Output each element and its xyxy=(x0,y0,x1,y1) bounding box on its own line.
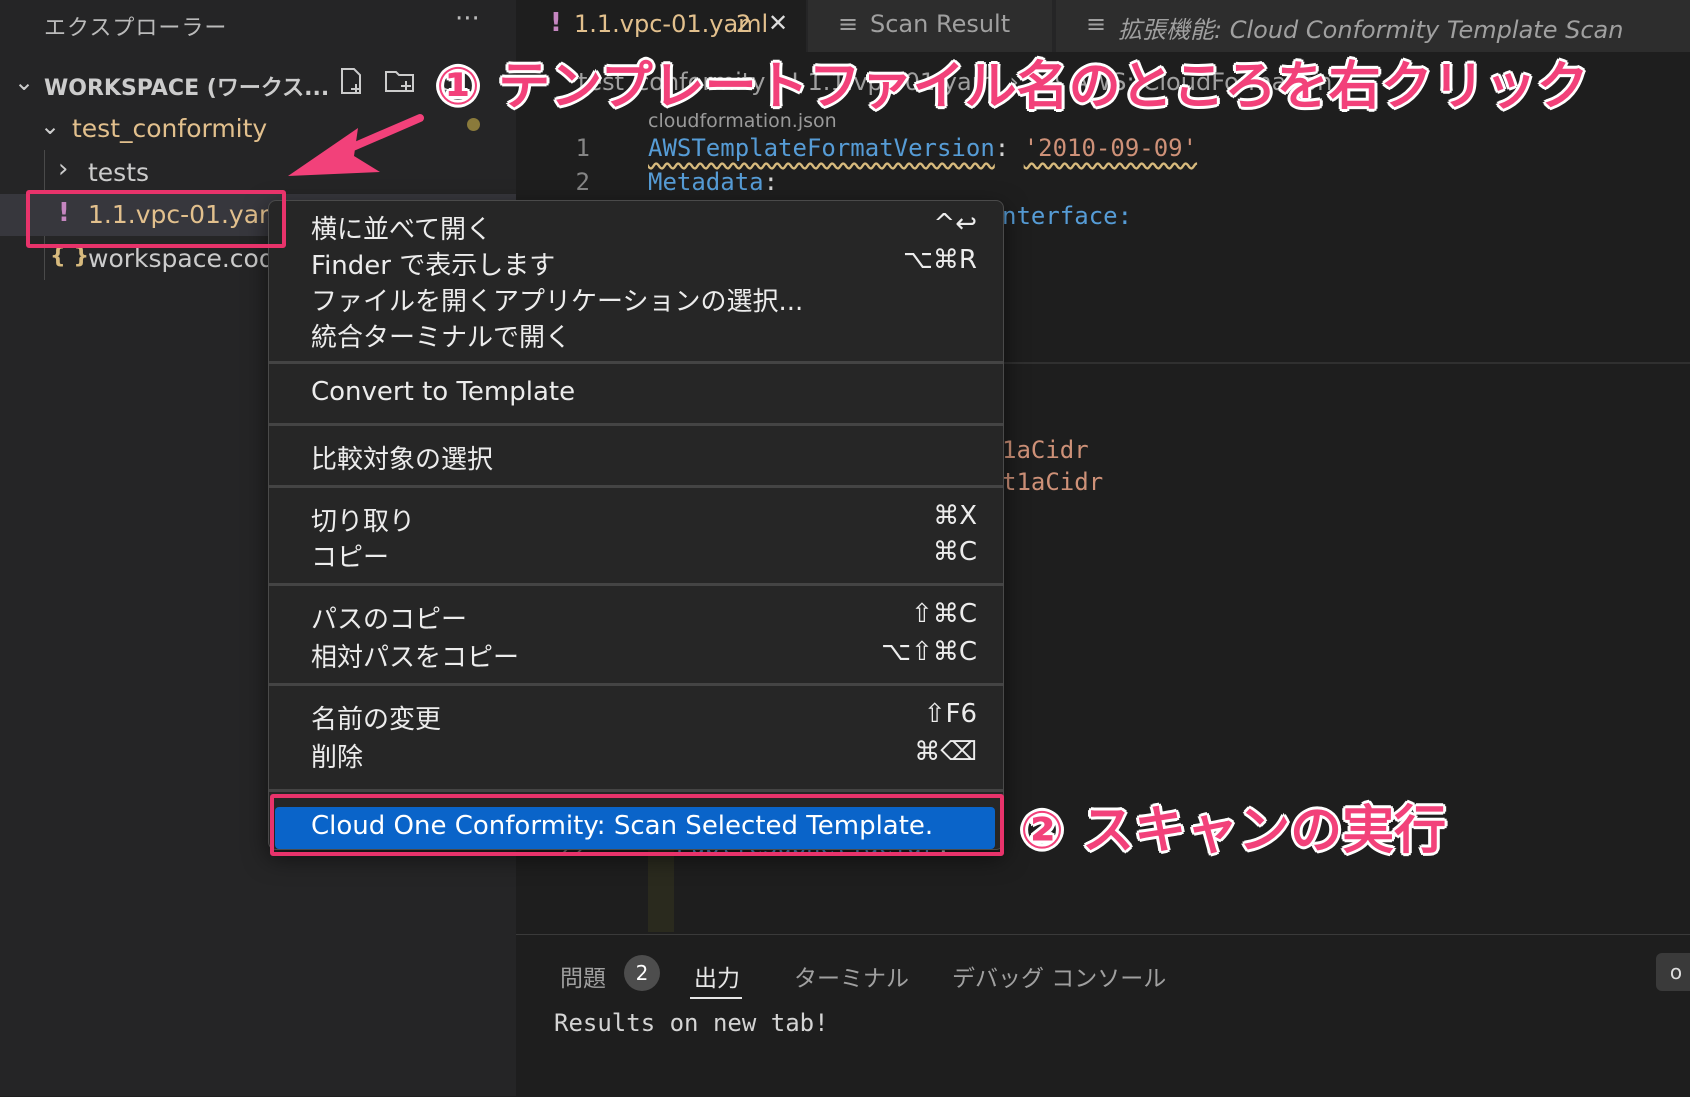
tree-item-label: tests xyxy=(88,158,150,187)
code-fragment: 1aCidr xyxy=(1002,436,1089,464)
menu-item-convert-to-template[interactable]: Convert to Template xyxy=(311,377,575,407)
code-fragment: t1aCidr xyxy=(1002,468,1104,496)
code-fragment: nterface: xyxy=(1002,202,1133,230)
tab-output[interactable]: 出力 xyxy=(694,959,740,993)
menu-separator xyxy=(269,583,1003,586)
context-menu: 横に並べて開く ^↩ Finder で表示します ⌥⌘R ファイルを開くアプリケ… xyxy=(268,200,1004,850)
menu-shortcut: ⌥⇧⌘C xyxy=(881,637,977,667)
output-channel-select[interactable]: o xyxy=(1656,953,1690,991)
problem-count: 2 xyxy=(736,10,752,38)
tree-item-label: test_conformity xyxy=(72,114,268,143)
new-folder-icon[interactable] xyxy=(384,66,414,96)
menu-shortcut: ⌘X xyxy=(933,501,977,531)
tab-terminal[interactable]: ターミナル xyxy=(794,959,909,993)
menu-item-delete[interactable]: 削除 xyxy=(311,737,363,774)
menu-shortcut: ⇧⌘C xyxy=(911,599,977,629)
menu-item-select-for-compare[interactable]: 比較対象の選択 xyxy=(311,439,493,476)
close-icon[interactable]: ✕ xyxy=(768,9,788,37)
arrow-icon xyxy=(288,114,424,176)
annotation-step1: ① テンプレートファイル名のところを右クリック xyxy=(436,57,1589,117)
highlight-box-scan-item xyxy=(270,794,1004,856)
menu-shortcut: ⇧F6 xyxy=(923,699,977,729)
menu-separator xyxy=(269,683,1003,686)
chevron-down-icon: ⌄ xyxy=(14,68,35,96)
chevron-right-icon: › xyxy=(58,154,69,184)
menu-item-cut[interactable]: 切り取り xyxy=(311,501,415,538)
more-actions-icon[interactable]: ··· xyxy=(455,4,480,34)
tab-debug-console[interactable]: デバッグ コンソール xyxy=(952,959,1166,993)
problems-count-badge: 2 xyxy=(624,955,660,991)
menu-separator xyxy=(269,789,1003,792)
menu-shortcut: ⌘C xyxy=(932,537,977,567)
code-line: AWSTemplateFormatVersion: '2010-09-09' xyxy=(648,134,1198,162)
menu-separator xyxy=(269,423,1003,426)
workspace-label: WORKSPACE (ワークス... xyxy=(44,76,330,101)
tab-label: 拡張機能: Cloud Conformity Template Scan xyxy=(1118,16,1624,44)
menu-item-copy[interactable]: コピー xyxy=(311,537,389,574)
annotation-step2: ② スキャンの実行 xyxy=(1020,801,1447,861)
menu-item-open-with[interactable]: ファイルを開くアプリケーションの選択... xyxy=(311,281,803,318)
output-text: Results on new tab! xyxy=(554,1009,829,1037)
menu-item-rename[interactable]: 名前の変更 xyxy=(311,699,441,736)
new-file-icon[interactable] xyxy=(336,66,366,96)
menu-item-copy-path[interactable]: パスのコピー xyxy=(311,599,467,636)
highlight-box-file xyxy=(26,190,286,248)
line-number: 1 xyxy=(575,134,590,162)
modified-dot-icon xyxy=(467,118,480,131)
tree-folder-tests[interactable]: › tests xyxy=(0,152,516,194)
code-line: Metadata: xyxy=(648,168,779,196)
tab-problems[interactable]: 問題 xyxy=(560,959,606,993)
menu-shortcut: ^↩ xyxy=(933,209,977,239)
menu-shortcut: ⌥⌘R xyxy=(902,245,977,275)
lines-icon: ≡ xyxy=(838,10,859,38)
menu-item-reveal-in-finder[interactable]: Finder で表示します xyxy=(311,245,555,282)
menu-item-copy-relative-path[interactable]: 相対パスをコピー xyxy=(311,637,519,674)
explorer-title: エクスプローラー xyxy=(44,16,228,41)
chevron-down-icon: ⌄ xyxy=(40,112,61,140)
menu-separator xyxy=(269,361,1003,364)
divider xyxy=(1002,362,1690,364)
line-number: 2 xyxy=(575,168,590,196)
tree-item-label: workspace.cod xyxy=(88,244,275,273)
warning-icon: ! xyxy=(550,8,562,38)
menu-shortcut: ⌘⌫ xyxy=(914,737,977,767)
tab-label: Scan Result xyxy=(870,10,1011,38)
menu-separator xyxy=(269,485,1003,488)
bottom-panel: 問題 2 出力 ターミナル デバッグ コンソール Results on new … xyxy=(516,934,1690,1097)
menu-item-open-in-terminal[interactable]: 統合ターミナルで開く xyxy=(311,317,571,354)
menu-item-open-to-side[interactable]: 横に並べて開く xyxy=(311,209,492,246)
active-tab-underline xyxy=(690,997,742,999)
lines-icon: ≡ xyxy=(1086,10,1107,38)
